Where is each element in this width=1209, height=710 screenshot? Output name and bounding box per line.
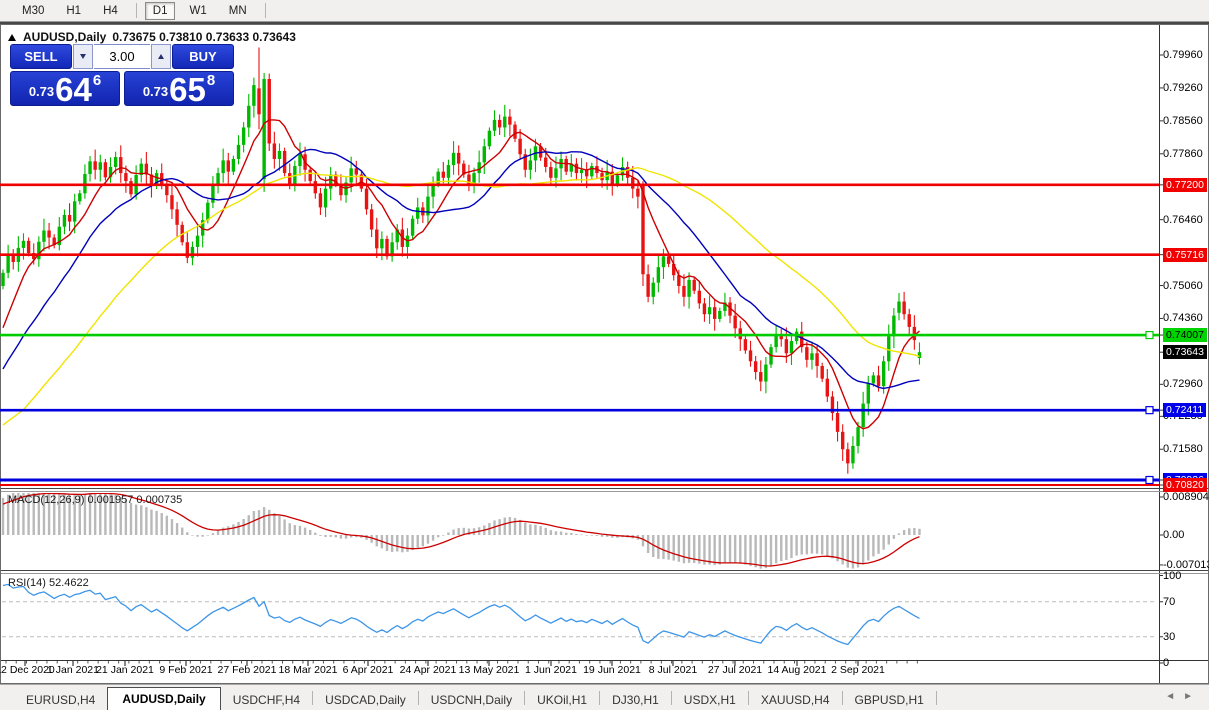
- buy-price-prefix: 0.73: [142, 84, 169, 99]
- tf-button-mn[interactable]: MN: [221, 2, 255, 20]
- one-click-trading-panel: SELL BUY 0.73 64 6 0.73 65 8: [10, 44, 234, 106]
- macd-label: MACD(12,26,9) 0.001957 0.000735: [8, 494, 183, 506]
- price-tick: 0.79960: [1163, 49, 1203, 61]
- price-tick: 0.76460: [1163, 213, 1203, 226]
- rsi-label: RSI(14) 52.4622: [8, 577, 89, 589]
- chart-tab-usdcnh-daily[interactable]: USDCNH,Daily: [419, 690, 524, 710]
- tab-scroll-left-icon[interactable]: ◄: [1165, 691, 1183, 702]
- hline-handle[interactable]: [1145, 330, 1154, 340]
- chart-tab-eurusd-h4[interactable]: EURUSD,H4: [14, 690, 107, 710]
- chart-tab-xauusd-h4[interactable]: XAUUSD,H4: [749, 690, 842, 710]
- price-tick: 0.74360: [1163, 312, 1203, 325]
- collapse-panel-icon[interactable]: [8, 33, 16, 41]
- price-tick: 0.79260: [1163, 81, 1203, 94]
- price-badge-0.77200: 0.77200: [1163, 177, 1207, 192]
- buy-price-button[interactable]: 0.73 65 8: [124, 71, 234, 106]
- chart-title: AUDUSD,Daily 0.73675 0.73810 0.73633 0.7…: [8, 30, 302, 44]
- rsi-tick: 30: [1163, 630, 1176, 643]
- toolbar-separator: [264, 3, 266, 18]
- volume-decrease-button[interactable]: [73, 44, 93, 69]
- volume-input[interactable]: [94, 44, 150, 69]
- title-symbol: AUDUSD,Daily: [23, 30, 107, 44]
- chart-tab-audusd-daily[interactable]: AUDUSD,Daily: [107, 687, 221, 710]
- tab-scroll-arrows[interactable]: ◄►: [1165, 691, 1201, 702]
- volume-increase-button[interactable]: [151, 44, 171, 69]
- price-tick: 0.71580: [1163, 443, 1203, 456]
- arrow-up-icon: [158, 54, 164, 59]
- chart-window: AUDUSD,Daily 0.73675 0.73810 0.73633 0.7…: [0, 24, 1209, 684]
- chart-tab-bar: EURUSD,H4 AUDUSD,Daily USDCHF,H4 USDCAD,Dai…: [0, 684, 1209, 710]
- tab-scroll-right-icon[interactable]: ►: [1183, 691, 1201, 702]
- price-badge-0.73643: 0.73643: [1163, 345, 1207, 360]
- chart-tab-gbpusd-h1[interactable]: GBPUSD,H1: [843, 690, 936, 710]
- rsi-tick: 100: [1163, 569, 1182, 582]
- price-tick: 0.77860: [1163, 147, 1203, 160]
- hline-handle[interactable]: [1145, 406, 1154, 415]
- price-badge-0.72411: 0.72411: [1163, 403, 1207, 418]
- macd-tick: 0.008904: [1163, 490, 1209, 503]
- tf-button-h1[interactable]: H1: [58, 2, 89, 20]
- timeframe-toolbar: M30 H1 H4 D1 W1 MN: [0, 0, 1209, 22]
- buy-price-sup: 8: [206, 72, 216, 89]
- sell-price-big: 64: [55, 71, 92, 108]
- tf-button-m30[interactable]: M30: [14, 2, 52, 20]
- sell-button[interactable]: SELL: [10, 44, 72, 69]
- chart-tab-usdx-h1[interactable]: USDX,H1: [672, 690, 748, 710]
- tf-button-d1[interactable]: D1: [144, 1, 176, 20]
- price-tick: 0.78560: [1163, 114, 1203, 127]
- price-badge-0.75716: 0.75716: [1163, 247, 1207, 262]
- date-label: 2 Sep 2021: [831, 664, 885, 676]
- mt4-window: M30 H1 H4 D1 W1 MN AUDUSD,Daily 0.73675 0.738…: [0, 0, 1209, 710]
- macd-tick: 0.00: [1163, 529, 1185, 541]
- title-ohlc: 0.73675 0.73810 0.73633 0.73643: [112, 30, 296, 44]
- price-tick: 0.75060: [1163, 279, 1203, 292]
- rsi-tick: 70: [1163, 595, 1176, 608]
- chart-canvas[interactable]: [0, 24, 1209, 684]
- hline-handle[interactable]: [1145, 475, 1154, 485]
- chart-tab-usdchf-h4[interactable]: USDCHF,H4: [221, 690, 312, 710]
- rsi-tick: 0: [1163, 657, 1170, 669]
- chart-tab-dj30-h1[interactable]: DJ30,H1: [600, 690, 671, 710]
- price-badge-0.70820: 0.70820: [1163, 478, 1207, 492]
- window-frame: [0, 24, 1209, 684]
- chart-tab-usdcad-daily[interactable]: USDCAD,Daily: [313, 690, 418, 710]
- tf-button-w1[interactable]: W1: [181, 2, 214, 20]
- sell-price-button[interactable]: 0.73 64 6: [10, 71, 120, 106]
- buy-button[interactable]: BUY: [172, 44, 234, 69]
- toolbar-separator: [135, 3, 137, 18]
- sell-price-prefix: 0.73: [28, 84, 55, 99]
- price-badge-0.74007: 0.74007: [1163, 328, 1207, 343]
- buy-price-big: 65: [169, 71, 206, 108]
- sell-price-sup: 6: [92, 72, 102, 89]
- arrow-down-icon: [80, 54, 86, 59]
- tf-button-h4[interactable]: H4: [95, 2, 126, 20]
- chart-tab-ukoil-h1[interactable]: UKOil,H1: [525, 690, 599, 710]
- price-tick: 0.72960: [1163, 378, 1203, 391]
